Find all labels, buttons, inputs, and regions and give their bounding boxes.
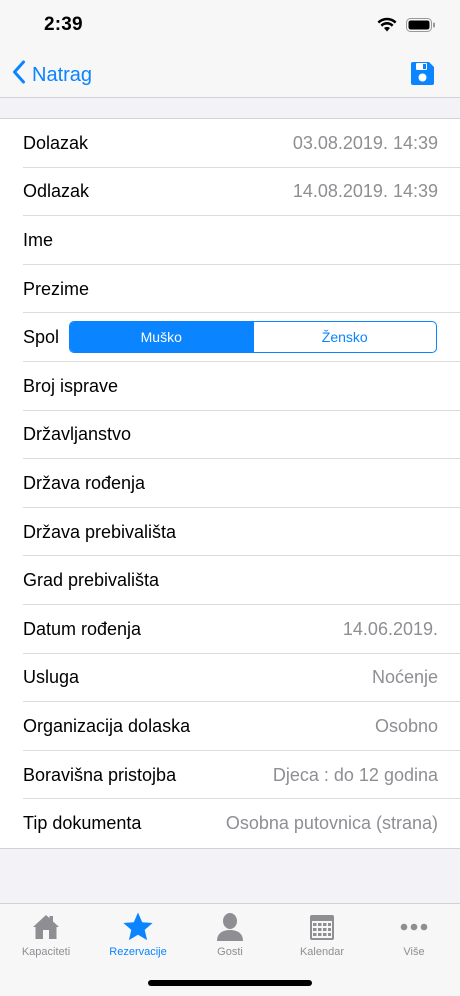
row-boravisna-pristojba[interactable]: Boravišna pristojba Djeca : do 12 godina bbox=[0, 751, 460, 800]
segment-male[interactable]: Muško bbox=[70, 322, 253, 353]
birth-date-value: 14.06.2019. bbox=[342, 618, 438, 639]
star-icon bbox=[122, 910, 154, 944]
row-drzavljanstvo[interactable]: Državljanstvo bbox=[0, 411, 460, 460]
person-icon bbox=[216, 910, 244, 944]
row-label: Odlazak bbox=[23, 181, 90, 202]
row-label: Tip dokumenta bbox=[23, 813, 142, 834]
row-broj-isprave[interactable]: Broj isprave bbox=[0, 362, 460, 411]
row-grad-prebivalista[interactable]: Grad prebivališta bbox=[0, 556, 460, 605]
navigation-bar: Natrag bbox=[0, 50, 460, 98]
gender-segmented-control: Muško Žensko bbox=[69, 321, 437, 354]
row-dolazak[interactable]: Dolazak 03.08.2019. 14:39 bbox=[0, 119, 460, 168]
service-value: Noćenje bbox=[371, 667, 438, 688]
row-organizacija-dolaska[interactable]: Organizacija dolaska Osobno bbox=[0, 702, 460, 751]
row-label: Usluga bbox=[23, 667, 80, 688]
calendar-icon bbox=[309, 910, 335, 944]
more-icon bbox=[400, 910, 428, 944]
tab-label: Gosti bbox=[217, 946, 243, 958]
row-tip-dokumenta[interactable]: Tip dokumenta Osobna putovnica (strana) bbox=[0, 799, 460, 848]
status-time: 2:39 bbox=[44, 14, 83, 35]
row-odlazak[interactable]: Odlazak 14.08.2019. 14:39 bbox=[0, 168, 460, 217]
row-label: Dolazak bbox=[23, 132, 89, 153]
document-type-value: Osobna putovnica (strana) bbox=[225, 813, 438, 834]
tourist-tax-value: Djeca : do 12 godina bbox=[272, 764, 438, 785]
row-label: Država rođenja bbox=[23, 472, 146, 493]
row-label: Broj isprave bbox=[23, 375, 119, 396]
row-spol: Spol Muško Žensko bbox=[0, 313, 460, 362]
row-prezime[interactable]: Prezime bbox=[0, 265, 460, 314]
house-icon bbox=[32, 910, 60, 944]
tab-label: Kalendar bbox=[299, 946, 345, 958]
home-indicator bbox=[148, 980, 312, 986]
row-label: Ime bbox=[23, 229, 54, 250]
row-label: Država prebivališta bbox=[23, 521, 177, 542]
segment-female[interactable]: Žensko bbox=[252, 322, 437, 353]
wifi-icon bbox=[377, 17, 397, 37]
row-label: Spol bbox=[23, 327, 60, 348]
tab-vise[interactable]: Više bbox=[368, 910, 460, 966]
arrival-value: 03.08.2019. 14:39 bbox=[292, 132, 438, 153]
row-drzava-rodjenja[interactable]: Država rođenja bbox=[0, 459, 460, 508]
row-label: Boravišna pristojba bbox=[23, 764, 177, 785]
tab-label: Rezervacije bbox=[109, 946, 167, 958]
row-label: Prezime bbox=[23, 278, 90, 299]
back-label: Natrag bbox=[32, 63, 93, 86]
row-usluga[interactable]: Usluga Noćenje bbox=[0, 654, 460, 703]
row-label: Državljanstvo bbox=[23, 424, 132, 445]
row-label: Grad prebivališta bbox=[23, 570, 160, 591]
row-drzava-prebivalista[interactable]: Država prebivališta bbox=[0, 508, 460, 557]
row-label: Organizacija dolaska bbox=[23, 715, 191, 736]
status-icons bbox=[377, 17, 436, 37]
save-button[interactable] bbox=[409, 60, 436, 92]
arrival-organization-value: Osobno bbox=[374, 715, 438, 736]
tab-kalendar[interactable]: Kalendar bbox=[276, 910, 368, 966]
tab-label: Više bbox=[403, 946, 425, 958]
tab-gosti[interactable]: Gosti bbox=[184, 910, 276, 966]
tab-rezervacije[interactable]: Rezervacije bbox=[92, 910, 184, 966]
guest-form: Dolazak 03.08.2019. 14:39 Odlazak 14.08.… bbox=[0, 118, 460, 849]
status-bar: 2:39 bbox=[0, 0, 460, 50]
row-ime[interactable]: Ime bbox=[0, 216, 460, 265]
row-label: Datum rođenja bbox=[23, 618, 142, 639]
chevron-left-icon bbox=[12, 60, 32, 90]
battery-icon bbox=[406, 17, 436, 37]
floppy-disk-icon bbox=[409, 62, 436, 91]
departure-value: 14.08.2019. 14:39 bbox=[292, 181, 438, 202]
tab-label: Kapaciteti bbox=[21, 946, 71, 958]
back-button[interactable]: Natrag bbox=[12, 60, 92, 90]
tab-kapaciteti[interactable]: Kapaciteti bbox=[0, 910, 92, 966]
row-datum-rodjenja[interactable]: Datum rođenja 14.06.2019. bbox=[0, 605, 460, 654]
